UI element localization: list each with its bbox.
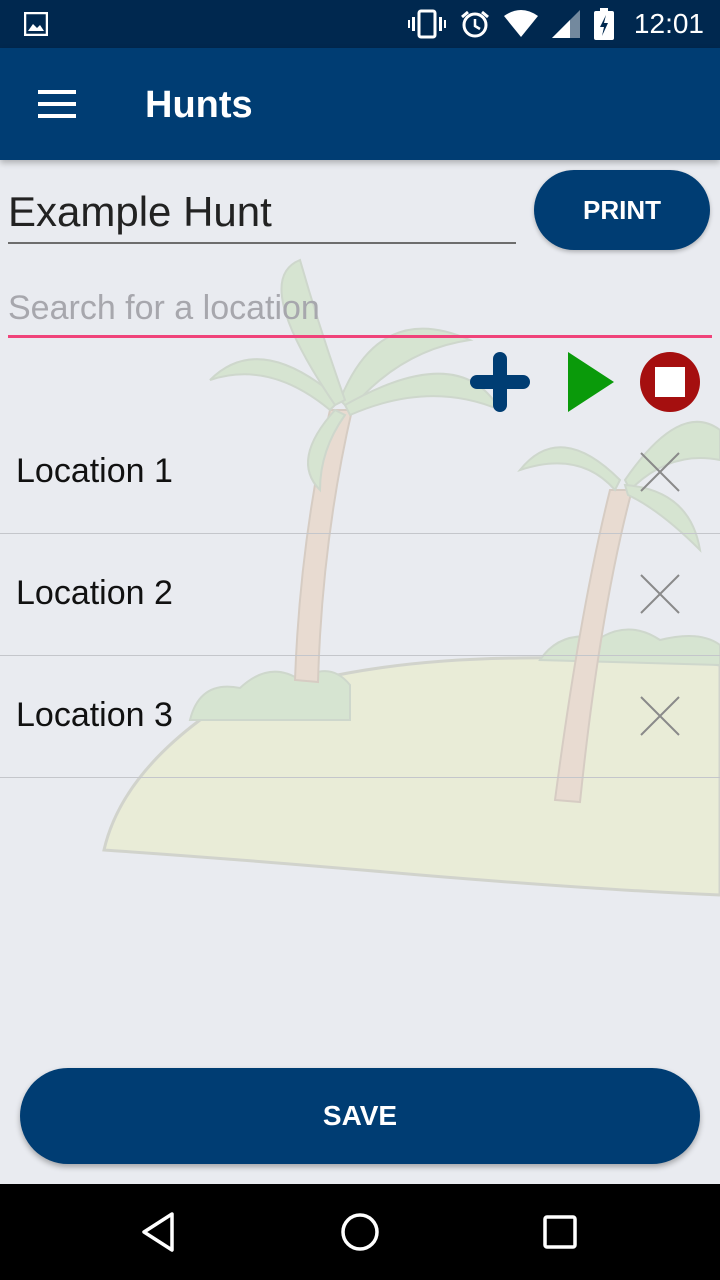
image-icon — [24, 12, 48, 36]
list-item[interactable]: Location 2 — [0, 534, 720, 656]
close-icon[interactable] — [638, 450, 682, 494]
list-item[interactable]: Location 1 — [0, 412, 720, 534]
plus-icon[interactable] — [468, 350, 532, 414]
hunt-name-field[interactable]: Example Hunt — [8, 184, 516, 244]
status-time: 12:01 — [633, 8, 704, 39]
navigation-bar — [0, 1184, 720, 1280]
stop-icon[interactable] — [638, 350, 702, 414]
search-field — [8, 282, 712, 338]
close-icon[interactable] — [638, 572, 682, 616]
save-button[interactable]: SAVE — [20, 1068, 700, 1164]
home-icon[interactable] — [336, 1208, 384, 1256]
location-label: Location 3 — [16, 696, 173, 734]
alarm-icon — [460, 10, 489, 38]
location-list: Location 1 Location 2 Location 3 — [0, 412, 720, 778]
signal-icon — [551, 10, 580, 38]
list-item[interactable]: Location 3 — [0, 656, 720, 778]
location-label: Location 2 — [16, 574, 173, 612]
print-button[interactable]: PRINT — [534, 170, 710, 250]
location-label: Location 1 — [16, 452, 173, 490]
hamburger-menu-icon[interactable] — [38, 90, 76, 118]
main-content: Example Hunt PRINT Location 1 Location 2… — [0, 160, 720, 1184]
close-icon[interactable] — [638, 694, 682, 738]
search-input[interactable] — [8, 282, 712, 335]
battery-icon — [593, 8, 614, 40]
wifi-icon — [503, 10, 538, 37]
recents-icon[interactable] — [536, 1208, 584, 1256]
vibrate-icon — [407, 9, 446, 39]
page-title: Hunts — [145, 84, 253, 126]
status-bar: 12:01 — [0, 0, 720, 48]
app-bar: Hunts — [0, 48, 720, 160]
back-icon[interactable] — [136, 1208, 184, 1256]
play-icon[interactable] — [562, 350, 618, 414]
